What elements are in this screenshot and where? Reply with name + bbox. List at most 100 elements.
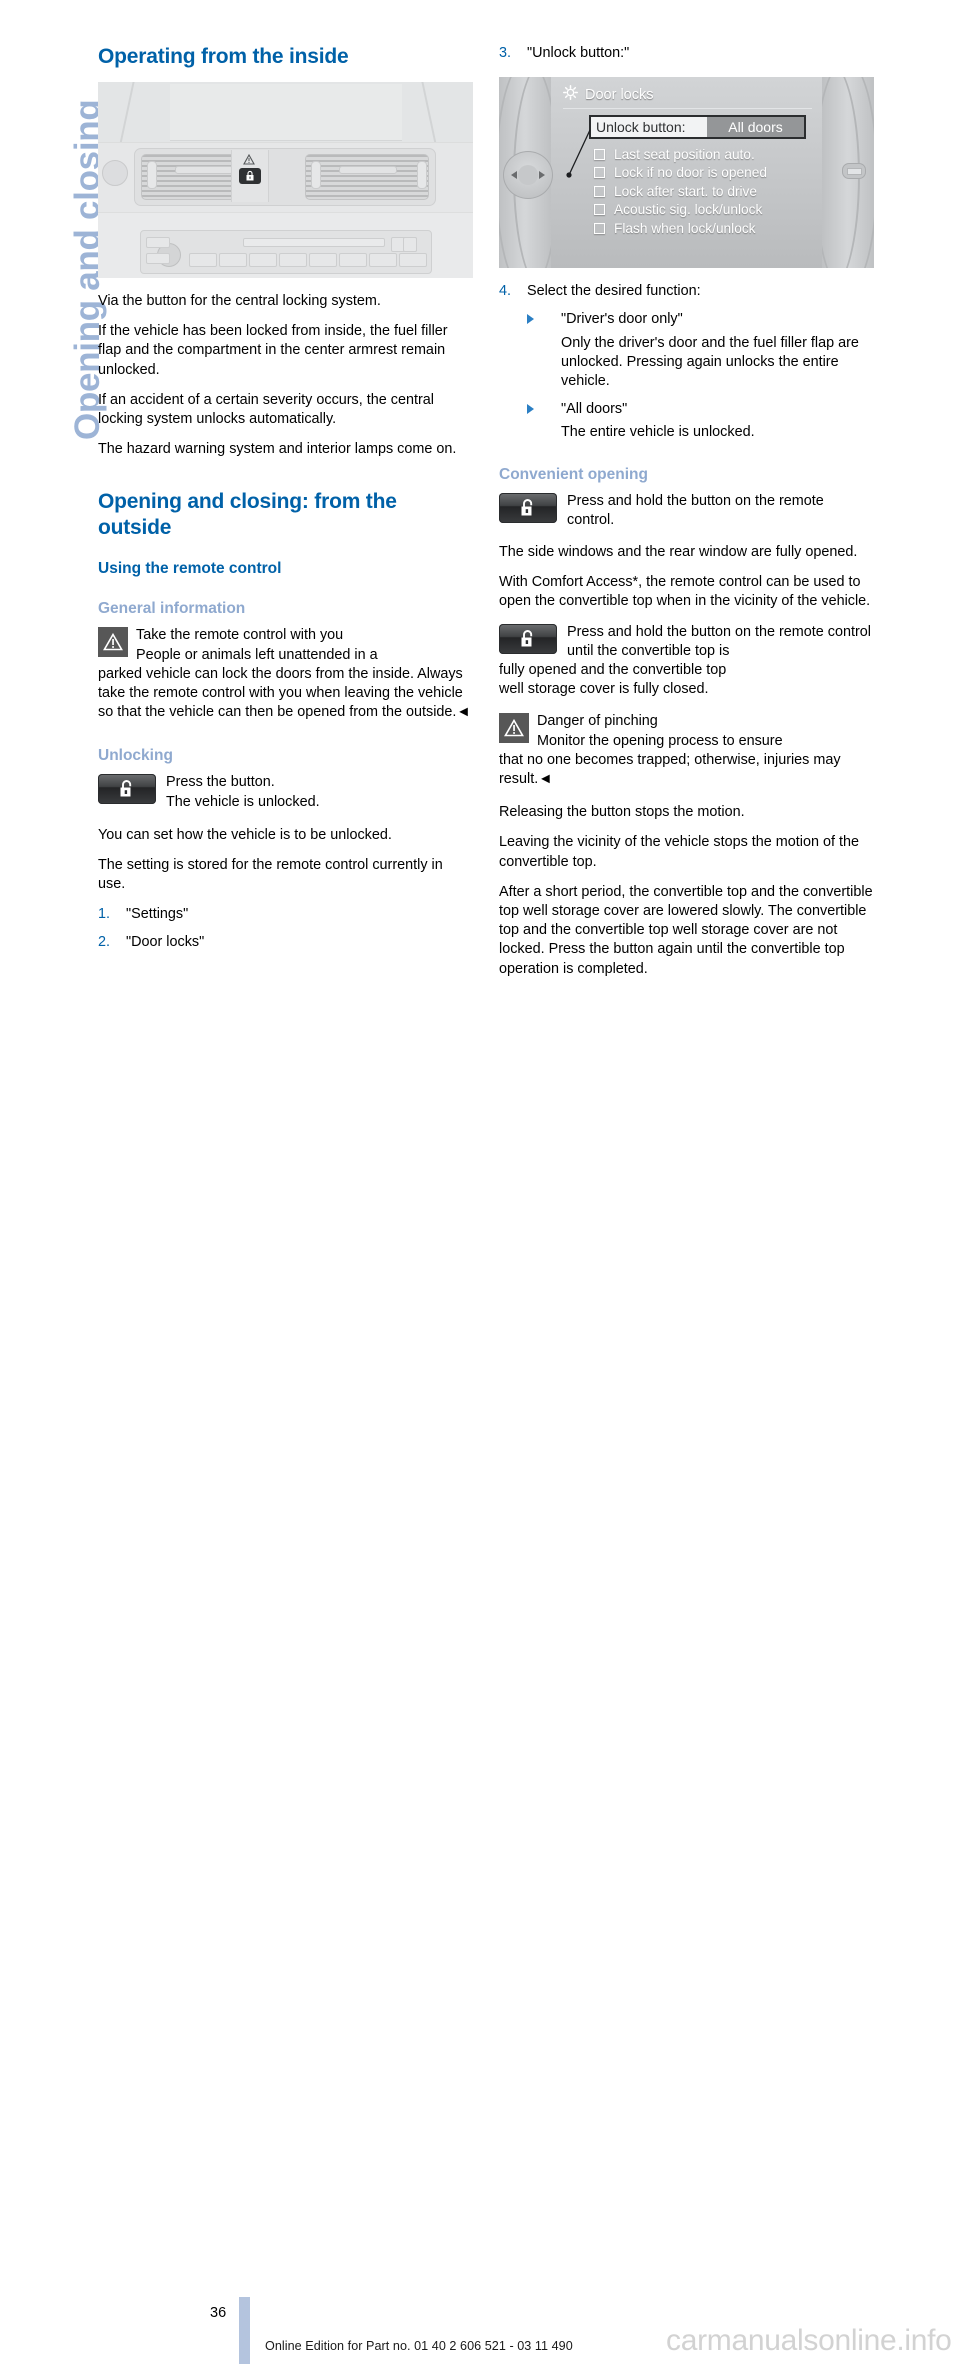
head-unit-top-button-2	[403, 237, 417, 252]
paragraph-via-button: Via the button for the central locking s…	[98, 293, 381, 309]
idrive-option-row[interactable]: Last seat position auto.	[589, 145, 806, 164]
manual-page: Opening and closing Operating from the i…	[0, 0, 960, 2364]
radio-head-unit	[140, 230, 432, 274]
heading-opening-closing-outside: Opening and closing: from the outside	[98, 490, 397, 540]
step-text-2: "Door locks"	[126, 933, 205, 950]
vent-vane-left	[175, 166, 233, 174]
convenient-opening-text-2-rest2: well storage cover is fully closed.	[499, 681, 709, 698]
heading-using-remote-control: Using the remote control	[98, 560, 282, 578]
sub-option-body-all-doors: The entire vehicle is unlocked.	[561, 424, 755, 441]
head-unit-preset-5	[309, 253, 337, 267]
step-item-2: 2. "Door locks"	[98, 933, 473, 952]
remote-unlock-button-icon	[499, 623, 557, 654]
sub-option-all-doors: "All doors"	[499, 400, 874, 419]
warning-body-rest: parked vehicle can lock the doors from t…	[98, 665, 471, 721]
sub-option-body-driver-door: Only the driver's door and the fuel fill…	[561, 334, 859, 390]
chapter-tab: Opening and closing	[0, 0, 107, 560]
warning-triangle-icon	[98, 627, 128, 658]
idrive-option-row[interactable]: Acoustic sig. lock/unlock	[589, 201, 806, 220]
unlock-button-icon-box	[499, 492, 557, 523]
right-column: 3. "Unlock button:" Door locks Unlock bu…	[499, 44, 874, 990]
idrive-side-button[interactable]	[842, 163, 866, 180]
unlock-button-icon-box	[98, 774, 156, 805]
convenient-opening-block-1: Press and hold the button on the remote …	[499, 492, 874, 530]
warning-title-pinching: Danger of pinching	[537, 713, 658, 730]
vent-vane-right	[339, 166, 397, 174]
paragraph-you-can-set: You can set how the vehicle is to be unl…	[98, 826, 392, 843]
warning-icon-box	[499, 713, 529, 744]
vent-side-1	[147, 161, 157, 189]
idrive-option-row[interactable]: Lock if no door is opened	[589, 164, 806, 183]
head-unit-preset-6	[339, 253, 367, 267]
heading-general-information: General information	[98, 600, 246, 618]
page-footer: 36 Online Edition for Part no. 01 40 2 6…	[0, 1142, 960, 2364]
checkbox-icon[interactable]	[594, 222, 605, 234]
idrive-option-row[interactable]: Lock after start. to drive	[589, 182, 806, 201]
dashboard-left-knob	[102, 160, 128, 186]
triangle-bullet-icon	[527, 404, 534, 415]
warning-danger-of-pinching: Danger of pinching Monitor the opening p…	[499, 712, 874, 789]
step-text-1: "Settings"	[126, 906, 189, 923]
idrive-display: Door locks Unlock button: All doors Last…	[499, 77, 874, 269]
idrive-option-row[interactable]: Flash when lock/unlock	[589, 219, 806, 238]
head-unit-preset-4	[279, 253, 307, 267]
idrive-screen: Door locks Unlock button: All doors Last…	[551, 77, 822, 269]
step-number-4: 4.	[499, 283, 512, 300]
sub-option-driver-door: "Driver's door only"	[499, 310, 874, 329]
triangle-bullet-icon	[527, 314, 534, 325]
paragraph-setting-stored: The setting is stored for the remote con…	[98, 857, 443, 893]
idrive-option-label: Lock if no door is opened	[614, 165, 767, 181]
unlock-button-icon-box	[499, 623, 557, 654]
checkbox-icon[interactable]	[594, 148, 605, 160]
step-number-3: 3.	[499, 45, 512, 61]
unlock-instruction-block: Press the button. The vehicle is unlocke…	[98, 773, 473, 811]
left-column: Operating from the inside Via the button…	[98, 44, 473, 960]
idrive-title-label: Door locks	[585, 86, 654, 103]
step-text-3: "Unlock button:"	[527, 45, 630, 61]
chevron-left-icon[interactable]	[511, 171, 517, 180]
warning-take-remote-control: Take the remote control with you People …	[98, 626, 473, 722]
checkbox-icon[interactable]	[594, 185, 605, 197]
step-text-4: Select the desired function:	[527, 283, 701, 300]
central-locking-button	[239, 168, 261, 184]
idrive-selected-row[interactable]: Unlock button: All doors	[589, 115, 806, 140]
step-number-2: 2.	[98, 933, 111, 950]
warning-body-line1: People or animals left unattended in a	[136, 646, 378, 663]
idrive-option-label: Last seat position auto.	[614, 146, 755, 162]
paragraph-hazard-lamps: The hazard warning system and interior l…	[98, 441, 457, 458]
head-unit-preset-8	[399, 253, 427, 267]
paragraph-side-windows: The side windows and the rear window are…	[499, 544, 858, 561]
convenient-opening-text-2-rest: fully opened and the convertible top	[499, 662, 727, 679]
warning-body-pinching-line1: Monitor the opening process to ensure	[537, 732, 783, 749]
head-unit-button-a	[146, 237, 170, 248]
warning-triangle-icon	[499, 713, 529, 744]
idrive-option-label: Acoustic sig. lock/unlock	[614, 202, 763, 218]
idrive-controller-knob[interactable]	[503, 151, 553, 200]
warning-title-take-remote: Take the remote control with you	[136, 627, 344, 644]
vent-side-3	[311, 161, 321, 189]
idrive-title-divider	[563, 108, 812, 110]
idrive-selected-label: Unlock button:	[596, 119, 686, 136]
heading-unlocking: Unlocking	[98, 747, 173, 765]
idrive-option-label: Lock after start. to drive	[614, 183, 758, 199]
step-number-1: 1.	[98, 906, 111, 923]
heading-operating-from-inside: Operating from the inside	[98, 45, 349, 68]
step-item-4: 4. Select the desired function:	[499, 282, 874, 301]
checkbox-icon[interactable]	[594, 167, 605, 179]
vent-side-4	[417, 161, 427, 189]
idrive-selected-value: All doors	[707, 117, 804, 138]
sub-option-label: "Driver's door only"	[561, 311, 683, 328]
air-vent-assembly	[134, 148, 436, 206]
paragraph-comfort-access: With Comfort Access*, the remote control…	[499, 574, 871, 610]
paragraph-releasing-button: Releasing the button stops the motion.	[499, 804, 745, 821]
figure-dashboard-photo	[98, 82, 473, 278]
head-unit-preset-2	[219, 253, 247, 267]
convenient-opening-block-2: Press and hold the button on the remote …	[499, 623, 874, 700]
idrive-title-row: Door locks	[563, 85, 812, 104]
remote-unlock-button-icon	[98, 774, 156, 805]
checkbox-icon[interactable]	[594, 204, 605, 216]
air-vent-right	[305, 154, 429, 200]
paragraph-leaving-vicinity: Leaving the vicinity of the vehicle stop…	[499, 834, 859, 870]
heading-convenient-opening: Convenient opening	[499, 465, 648, 483]
chevron-right-icon[interactable]	[539, 171, 545, 180]
